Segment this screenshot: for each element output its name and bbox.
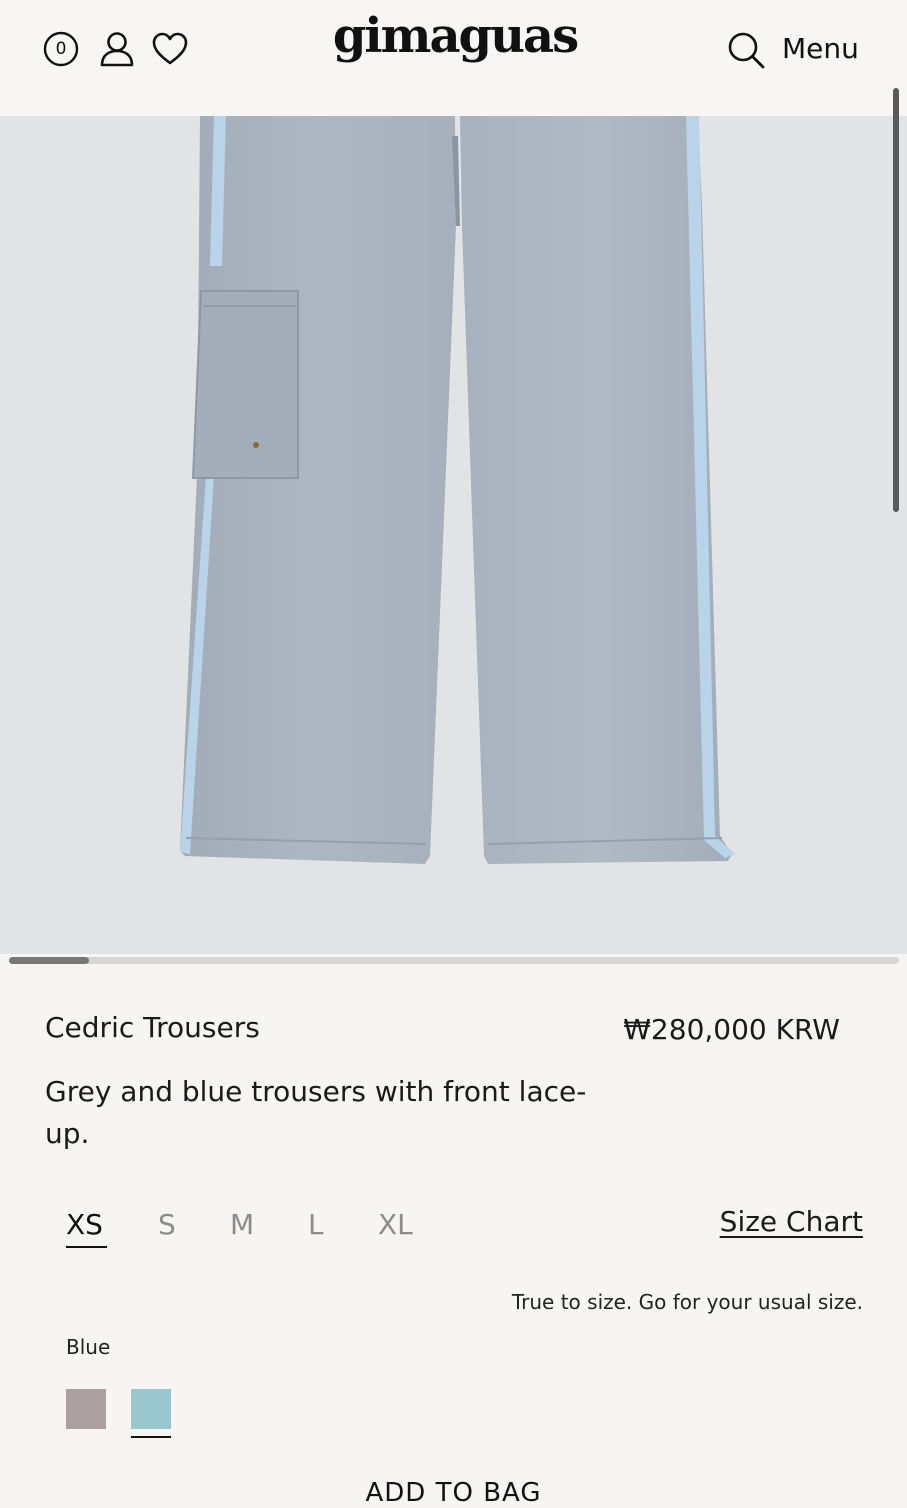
color-swatch-1[interactable] — [66, 1389, 106, 1429]
color-swatch-2[interactable] — [131, 1389, 171, 1429]
menu-button[interactable]: Menu — [782, 32, 859, 65]
search-icon[interactable] — [726, 30, 766, 70]
heart-icon[interactable] — [151, 31, 189, 67]
cart-count: 0 — [55, 38, 67, 59]
brand-logo[interactable]: gimaguas — [320, 12, 590, 60]
product-name: Cedric Trousers — [45, 1011, 260, 1044]
product-description: Grey and blue trousers with front lace-u… — [45, 1075, 587, 1150]
color-label: Blue — [66, 1335, 111, 1359]
bag-icon[interactable]: 0 — [43, 31, 79, 67]
product-price: ₩280,000 KRW — [623, 1013, 840, 1046]
page-scrollbar[interactable] — [893, 88, 899, 512]
carousel-progress-thumb[interactable] — [9, 957, 89, 964]
add-to-bag-button[interactable]: ADD TO BAG — [0, 1478, 907, 1508]
selected-color-indicator — [131, 1436, 171, 1438]
account-icon[interactable] — [98, 30, 136, 68]
size-option-xl[interactable]: XL — [378, 1208, 413, 1241]
product-image[interactable] — [0, 116, 907, 954]
size-option-m[interactable]: M — [230, 1208, 254, 1241]
site-header: 0 gimaguas Menu — [0, 0, 907, 116]
image-carousel-progress[interactable] — [9, 957, 899, 964]
size-option-l[interactable]: L — [308, 1208, 324, 1241]
size-chart-link[interactable]: Size Chart — [720, 1205, 863, 1238]
fit-note: True to size. Go for your usual size. — [511, 1290, 863, 1314]
size-option-s[interactable]: S — [158, 1208, 176, 1241]
size-option-xs[interactable]: XS — [66, 1208, 103, 1241]
selected-size-indicator — [66, 1246, 107, 1248]
trousers-image — [180, 116, 735, 864]
